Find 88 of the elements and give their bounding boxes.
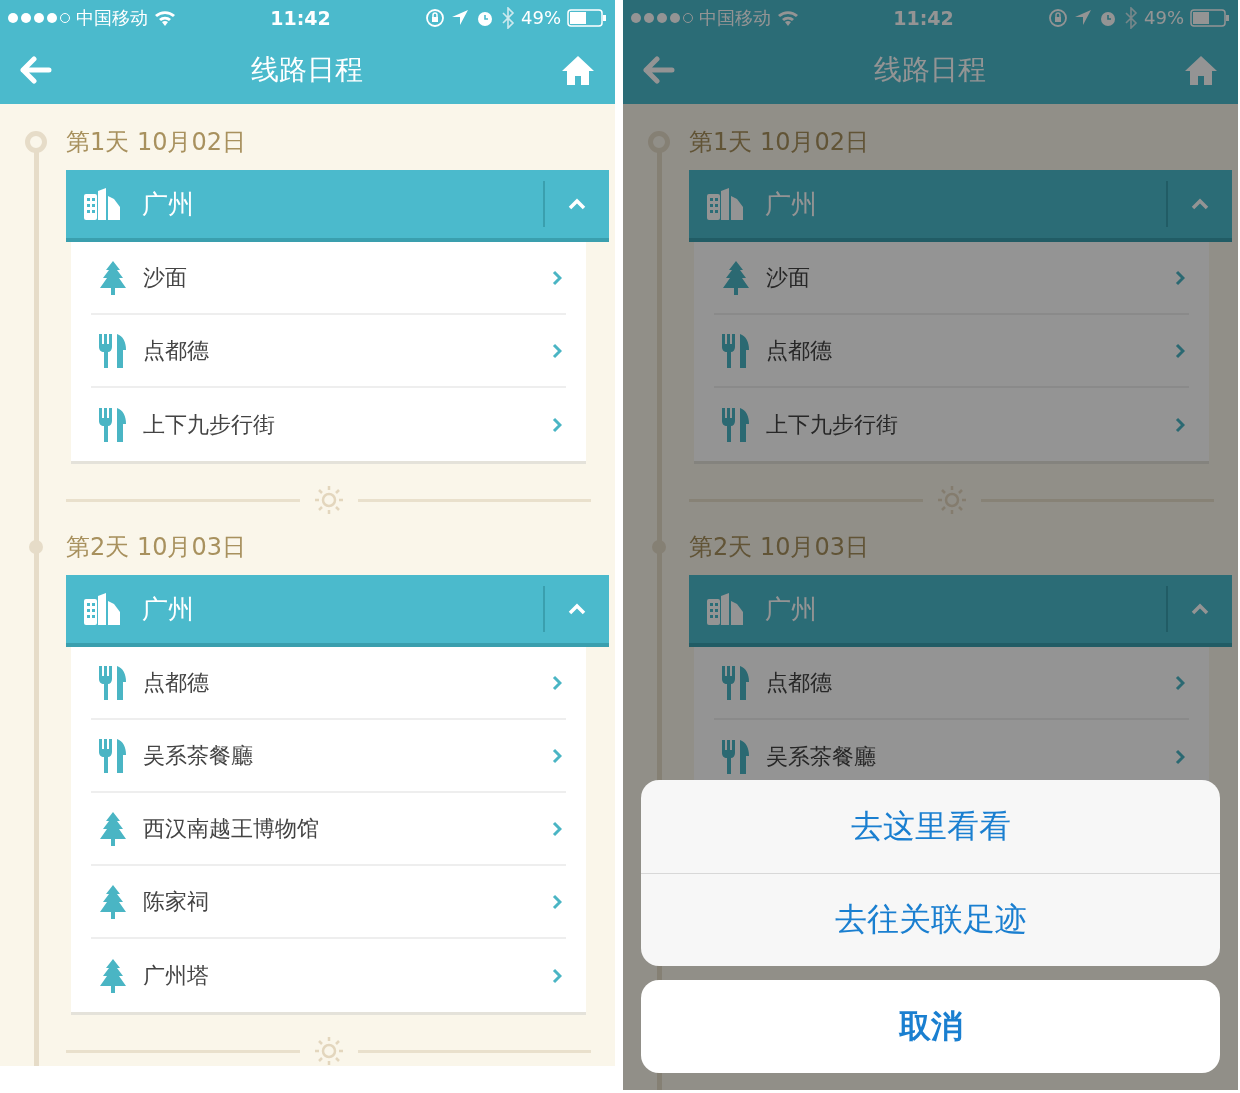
clock-time: 11:42 (893, 6, 954, 29)
home-button[interactable] (1184, 54, 1218, 85)
fork-knife-icon (98, 407, 128, 442)
building-icon (707, 593, 743, 625)
bluetooth-icon (1124, 6, 1138, 29)
fork-knife-icon (721, 407, 751, 442)
fork-knife-icon (98, 738, 128, 773)
back-arrow-icon (643, 55, 675, 84)
day-title: 第1天 10月02日 (66, 127, 246, 158)
carrier-name: 中国移动 (76, 5, 148, 30)
building-icon (84, 593, 120, 625)
place-item[interactable]: 上下九步行街 (714, 388, 1189, 461)
place-item[interactable]: 点都德 (714, 647, 1189, 720)
sheet-action[interactable]: 去这里看看 (641, 780, 1220, 873)
sun-icon (936, 485, 967, 515)
location-arrow-icon (1074, 8, 1092, 27)
place-item[interactable]: 陈家祠 (91, 866, 566, 939)
city-name: 广州 (142, 187, 195, 221)
cancel-button[interactable]: 取消 (641, 980, 1220, 1073)
fork-knife-icon (721, 739, 751, 774)
battery-percent: 49% (1144, 7, 1184, 28)
place-item[interactable]: 广州塔 (91, 939, 566, 1012)
timeline-dot (29, 540, 43, 554)
fork-knife-icon (721, 665, 751, 700)
place-item[interactable]: 上下九步行街 (91, 388, 566, 461)
rotation-lock-icon (425, 7, 445, 28)
clock-time: 11:42 (270, 6, 331, 29)
location-arrow-icon (451, 8, 469, 27)
wifi-icon (777, 9, 799, 26)
place-item[interactable]: 点都德 (714, 315, 1189, 388)
place-item[interactable]: 吴系茶餐廳 (91, 720, 566, 793)
page-title: 线路日程 (873, 51, 986, 88)
day-title: 第2天 10月03日 (66, 532, 246, 563)
chevron-right-icon (1175, 269, 1185, 286)
place-item[interactable]: 点都德 (91, 315, 566, 388)
chevron-right-icon (1175, 748, 1185, 765)
battery-percent: 49% (521, 7, 561, 28)
carrier-name: 中国移动 (699, 5, 771, 30)
tree-icon (99, 884, 127, 919)
sun-icon (313, 1036, 344, 1066)
day-title: 第1天 10月02日 (689, 127, 869, 158)
sun-icon (313, 485, 344, 515)
tree-icon (99, 811, 127, 846)
chevron-right-icon (1175, 674, 1185, 691)
city-name: 广州 (142, 592, 195, 626)
home-icon (1184, 54, 1218, 85)
chevron-right-icon (1175, 416, 1185, 433)
chevron-right-icon (552, 342, 562, 359)
chevron-right-icon (552, 674, 562, 691)
city-name: 广州 (765, 187, 818, 221)
place-item[interactable]: 点都德 (91, 647, 566, 720)
chevron-right-icon (1175, 342, 1185, 359)
tree-icon (722, 260, 750, 295)
place-item[interactable]: 沙面 (91, 242, 566, 315)
caret-icon (568, 603, 586, 615)
chevron-right-icon (552, 269, 562, 286)
page-title: 线路日程 (250, 51, 363, 88)
rotation-lock-icon (1048, 7, 1068, 28)
bluetooth-icon (501, 6, 515, 29)
wifi-icon (154, 9, 176, 26)
day-title: 第2天 10月03日 (689, 532, 869, 563)
tree-icon (99, 260, 127, 295)
timeline-dot (25, 131, 47, 153)
chevron-right-icon (552, 820, 562, 837)
back-arrow-icon (20, 55, 52, 84)
home-button[interactable] (561, 54, 595, 85)
battery-icon (567, 8, 607, 27)
chevron-right-icon (552, 747, 562, 764)
building-icon (84, 188, 120, 220)
home-icon (561, 54, 595, 85)
sheet-action[interactable]: 去往关联足迹 (641, 873, 1220, 966)
caret-icon (1191, 198, 1209, 210)
building-icon (707, 188, 743, 220)
chevron-right-icon (552, 416, 562, 433)
fork-knife-icon (98, 333, 128, 368)
place-item[interactable]: 沙面 (714, 242, 1189, 315)
chevron-right-icon (552, 967, 562, 984)
back-button[interactable] (643, 55, 675, 84)
tree-icon (99, 958, 127, 993)
fork-knife-icon (98, 665, 128, 700)
city-name: 广州 (765, 592, 818, 626)
chevron-right-icon (552, 893, 562, 910)
fork-knife-icon (721, 333, 751, 368)
caret-icon (568, 198, 586, 210)
battery-icon (1190, 8, 1230, 27)
place-item[interactable]: 西汉南越王博物馆 (91, 793, 566, 866)
caret-icon (1191, 603, 1209, 615)
back-button[interactable] (20, 55, 52, 84)
